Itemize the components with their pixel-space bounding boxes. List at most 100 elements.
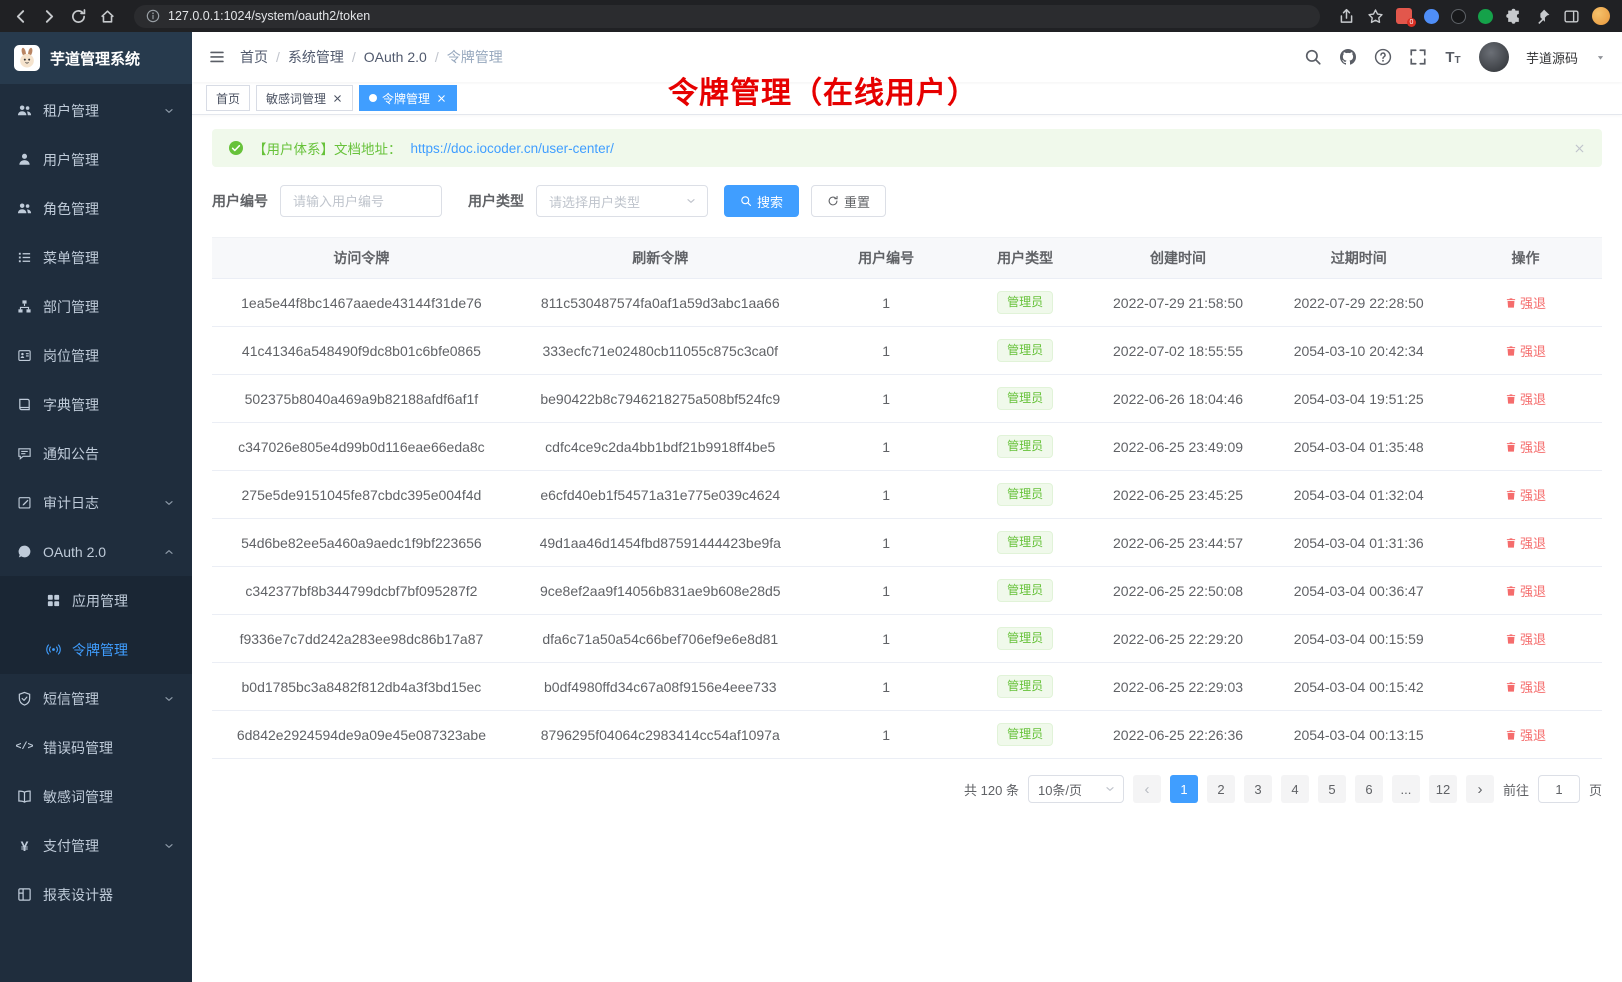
goto-page-input[interactable] bbox=[1538, 775, 1580, 803]
browser-profile-avatar[interactable] bbox=[1592, 7, 1610, 25]
search-icon[interactable] bbox=[1304, 48, 1322, 66]
sidebar-item-notice[interactable]: 通知公告 bbox=[0, 429, 192, 478]
trash-icon bbox=[1505, 393, 1517, 405]
share-icon[interactable] bbox=[1338, 8, 1355, 25]
page-button-2[interactable]: 2 bbox=[1207, 775, 1235, 803]
alert-close-icon[interactable] bbox=[1573, 142, 1586, 155]
page-button-4[interactable]: 4 bbox=[1281, 775, 1309, 803]
force-logout-button[interactable]: 强退 bbox=[1505, 629, 1546, 648]
trash-icon bbox=[1505, 345, 1517, 357]
tab-home[interactable]: 首页 bbox=[206, 85, 250, 111]
extensions-puzzle-icon[interactable] bbox=[1505, 8, 1522, 25]
access-token-cell: 1ea5e44f8bc1467aaede43144f31de76 bbox=[212, 279, 511, 327]
page-button-12[interactable]: 12 bbox=[1429, 775, 1457, 803]
tab-token[interactable]: 令牌管理 bbox=[359, 85, 457, 111]
sidebar-item-user[interactable]: 用户管理 bbox=[0, 135, 192, 184]
sidebar-item-sensitive[interactable]: 敏感词管理 bbox=[0, 772, 192, 821]
search-button-label: 搜索 bbox=[757, 192, 783, 211]
force-logout-button[interactable]: 强退 bbox=[1505, 485, 1546, 504]
page-button-1[interactable]: 1 bbox=[1170, 775, 1198, 803]
force-logout-button[interactable]: 强退 bbox=[1505, 581, 1546, 600]
fontsize-icon[interactable]: TT bbox=[1444, 48, 1462, 66]
access-token-cell: c347026e805e4d99b0d116eae66eda8c bbox=[212, 423, 511, 471]
sidebar-item-label: 岗位管理 bbox=[43, 346, 99, 366]
prev-page-button[interactable]: ‹ bbox=[1133, 775, 1161, 803]
user-avatar[interactable] bbox=[1479, 42, 1509, 72]
page-button-6[interactable]: 6 bbox=[1355, 775, 1383, 803]
user-type-select[interactable]: 请选择用户类型 bbox=[536, 185, 708, 217]
sidebar-item-report[interactable]: 报表设计器 bbox=[0, 870, 192, 919]
close-tab-icon[interactable] bbox=[332, 93, 343, 104]
extension-icon-green[interactable] bbox=[1478, 9, 1493, 24]
pagination: 共 120 条 10条/页 ‹ 123456...12 › 前往 页 bbox=[212, 775, 1602, 819]
sidebar-item-sms[interactable]: 短信管理 bbox=[0, 674, 192, 723]
column-header: 用户编号 bbox=[810, 238, 963, 279]
more-pages-button[interactable]: ... bbox=[1392, 775, 1420, 803]
help-icon[interactable] bbox=[1374, 48, 1392, 66]
back-icon[interactable] bbox=[12, 8, 29, 25]
sidebar-item-post[interactable]: 岗位管理 bbox=[0, 331, 192, 380]
sidebar-item-dept[interactable]: 部门管理 bbox=[0, 282, 192, 331]
sidebar-item-app[interactable]: 应用管理 bbox=[0, 576, 192, 625]
page-button-3[interactable]: 3 bbox=[1244, 775, 1272, 803]
caret-down-icon[interactable] bbox=[1595, 52, 1606, 63]
breadcrumb-item-2[interactable]: OAuth 2.0 bbox=[364, 49, 427, 65]
access-token-cell: 41c41346a548490f9dc8b01c6bfe0865 bbox=[212, 327, 511, 375]
reset-button[interactable]: 重置 bbox=[811, 185, 886, 217]
tab-sensitive[interactable]: 敏感词管理 bbox=[256, 85, 353, 111]
sidebar-item-menu[interactable]: 菜单管理 bbox=[0, 233, 192, 282]
force-logout-button[interactable]: 强退 bbox=[1505, 725, 1546, 744]
sidebar-item-tenant[interactable]: 租户管理 bbox=[0, 86, 192, 135]
table-row: c342377bf8b344799dcbf7bf095287f29ce8ef2a… bbox=[212, 567, 1602, 615]
extension-icon-red[interactable]: 0 bbox=[1396, 8, 1412, 24]
bookmark-star-icon[interactable] bbox=[1367, 8, 1384, 25]
sidebar-item-dict[interactable]: 字典管理 bbox=[0, 380, 192, 429]
extension-icon-dark[interactable] bbox=[1451, 9, 1466, 24]
user-type-cell: 管理员 bbox=[963, 471, 1088, 519]
extension-icon-blue[interactable] bbox=[1424, 9, 1439, 24]
refresh-token-cell: 8796295f04064c2983414cc54af1097a bbox=[511, 711, 810, 759]
sidebar-item-errcode[interactable]: </>错误码管理 bbox=[0, 723, 192, 772]
sidebar-item-oauth[interactable]: OAuth 2.0 bbox=[0, 527, 192, 576]
force-logout-button[interactable]: 强退 bbox=[1505, 341, 1546, 360]
user-type-cell: 管理员 bbox=[963, 615, 1088, 663]
sidebar-item-pay[interactable]: ¥支付管理 bbox=[0, 821, 192, 870]
address-bar[interactable]: 127.0.0.1:1024/system/oauth2/token bbox=[134, 5, 1320, 28]
user-id-cell: 1 bbox=[810, 615, 963, 663]
breadcrumb-item-0[interactable]: 首页 bbox=[240, 47, 268, 67]
user-type-badge: 管理员 bbox=[997, 339, 1053, 362]
table-row: b0d1785bc3a8482f812db4a3f3bd15ecb0df4980… bbox=[212, 663, 1602, 711]
site-info-icon[interactable] bbox=[146, 9, 160, 23]
doc-link[interactable]: https://doc.iocoder.cn/user-center/ bbox=[411, 141, 614, 156]
user-type-badge: 管理员 bbox=[997, 387, 1053, 410]
side-panel-icon[interactable] bbox=[1563, 8, 1580, 25]
fullscreen-icon[interactable] bbox=[1409, 48, 1427, 66]
page-button-5[interactable]: 5 bbox=[1318, 775, 1346, 803]
access-token-cell: 502375b8040a469a9b82188afdf6af1f bbox=[212, 375, 511, 423]
app-layout: 芋道管理系统 租户管理用户管理角色管理菜单管理部门管理岗位管理字典管理通知公告审… bbox=[0, 32, 1622, 982]
pin-icon[interactable] bbox=[1534, 8, 1551, 25]
sidebar-item-token[interactable]: 令牌管理 bbox=[0, 625, 192, 674]
trash-icon bbox=[1505, 297, 1517, 309]
github-icon[interactable] bbox=[1339, 48, 1357, 66]
breadcrumb-item-1[interactable]: 系统管理 bbox=[288, 47, 344, 67]
hamburger-icon[interactable] bbox=[208, 48, 226, 66]
forward-icon[interactable] bbox=[41, 8, 58, 25]
force-logout-button[interactable]: 强退 bbox=[1505, 389, 1546, 408]
user-id-input[interactable] bbox=[280, 185, 442, 217]
page-size-select[interactable]: 10条/页 bbox=[1028, 775, 1124, 803]
force-logout-button[interactable]: 强退 bbox=[1505, 293, 1546, 312]
force-logout-button[interactable]: 强退 bbox=[1505, 533, 1546, 552]
sidebar-item-audit[interactable]: 审计日志 bbox=[0, 478, 192, 527]
sidebar-item-label: 敏感词管理 bbox=[43, 787, 113, 807]
close-tab-icon[interactable] bbox=[436, 93, 447, 104]
search-button[interactable]: 搜索 bbox=[724, 185, 799, 217]
force-logout-button[interactable]: 强退 bbox=[1505, 437, 1546, 456]
user-name[interactable]: 芋道源码 bbox=[1526, 48, 1578, 67]
force-logout-button[interactable]: 强退 bbox=[1505, 677, 1546, 696]
user-type-cell: 管理员 bbox=[963, 711, 1088, 759]
next-page-button[interactable]: › bbox=[1466, 775, 1494, 803]
reload-icon[interactable] bbox=[70, 8, 87, 25]
sidebar-item-role[interactable]: 角色管理 bbox=[0, 184, 192, 233]
home-icon[interactable] bbox=[99, 8, 116, 25]
